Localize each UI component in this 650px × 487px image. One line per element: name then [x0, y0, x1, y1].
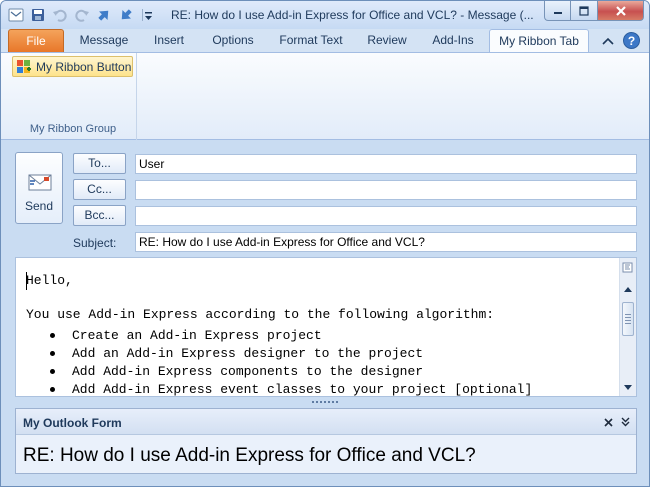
undo-icon[interactable] [51, 6, 69, 24]
help-button[interactable]: ? [622, 32, 640, 49]
bullet-icon [50, 350, 55, 356]
send-button[interactable]: Send [15, 152, 63, 224]
collapse-ribbon-button[interactable] [599, 32, 617, 49]
redo-icon[interactable] [73, 6, 91, 24]
message-body[interactable]: Hello, You use Add-in Express according … [15, 257, 637, 397]
bullet-icon [50, 332, 55, 338]
close-icon [603, 417, 613, 427]
ruler-toggle-button[interactable] [620, 260, 636, 276]
to-button[interactable]: To... [73, 153, 126, 174]
outlook-form-region: My Outlook Form RE: How do I use Add-in … [15, 408, 637, 474]
send-envelope-icon [28, 174, 52, 191]
ribbon-tabs: File Message Insert Options Format Text … [1, 29, 649, 53]
close-icon [615, 5, 626, 16]
text-caret [26, 272, 27, 290]
tab-message[interactable]: Message [71, 29, 137, 52]
up-arrow-icon[interactable] [95, 6, 113, 24]
help-icon: ? [622, 32, 640, 49]
step-text: Add Add-in Express components to the des… [72, 363, 424, 379]
tab-insert[interactable]: Insert [141, 29, 197, 52]
body-scrollbar[interactable] [619, 258, 636, 396]
list-item: Create an Add-in Express project [50, 326, 532, 344]
svg-text:?: ? [627, 34, 634, 48]
maximize-button[interactable] [571, 1, 598, 21]
scroll-up-icon [624, 286, 632, 292]
outlook-message-window: RE: How do I use Add-in Express for Offi… [0, 0, 650, 487]
list-item: Add Add-in Express components to the des… [50, 362, 532, 380]
cc-button[interactable]: Cc... [73, 179, 126, 200]
pane-splitter-grip[interactable] [1, 398, 649, 406]
bullet-icon [50, 368, 55, 374]
form-region-header: My Outlook Form [16, 409, 636, 435]
bcc-button[interactable]: Bcc... [73, 205, 126, 226]
my-ribbon-button[interactable]: My Ribbon Button [12, 56, 133, 77]
ribbon-button-label: My Ribbon Button [36, 59, 132, 74]
customize-qat-icon[interactable] [139, 6, 157, 24]
step-text: Create an Add-in Express project [72, 327, 322, 343]
ribbon-panel: My Ribbon Button My Ribbon Group [1, 52, 649, 140]
scroll-thumb[interactable] [622, 302, 634, 336]
maximize-icon [579, 5, 589, 16]
scroll-down-button[interactable] [620, 379, 636, 395]
form-close-button[interactable] [601, 414, 615, 430]
body-step-list: Create an Add-in Express project Add an … [50, 326, 532, 398]
ribbon-group-my-ribbon-group: My Ribbon Button My Ribbon Group [9, 53, 137, 140]
form-collapse-button[interactable] [618, 414, 632, 430]
bcc-field[interactable] [135, 206, 637, 226]
tab-file[interactable]: File [8, 29, 64, 52]
cc-field[interactable] [135, 180, 637, 200]
scroll-up-button[interactable] [620, 281, 636, 297]
step-text: Add Add-in Express event classes to your… [72, 381, 533, 397]
collapse-ribbon-icon [602, 37, 614, 45]
form-subject-text: RE: How do I use Add-in Express for Offi… [23, 445, 476, 466]
minimize-button[interactable] [544, 1, 571, 21]
save-icon[interactable] [29, 6, 47, 24]
ruler-icon [622, 262, 633, 273]
outlook-logo-icon[interactable] [7, 6, 25, 24]
title-bar: RE: How do I use Add-in Express for Offi… [1, 1, 649, 29]
ribbon-button-icon [17, 59, 31, 73]
window-title: RE: How do I use Add-in Express for Offi… [171, 8, 534, 22]
body-greeting: Hello, [26, 273, 73, 288]
list-item: Add an Add-in Express designer to the pr… [50, 344, 532, 362]
bullet-icon [50, 386, 55, 392]
list-item: Add Add-in Express event classes to your… [50, 380, 532, 398]
down-arrow-icon[interactable] [117, 6, 135, 24]
tab-format-text[interactable]: Format Text [271, 29, 351, 52]
subject-label: Subject: [73, 236, 117, 250]
tab-my-ribbon-tab[interactable]: My Ribbon Tab [489, 29, 589, 53]
quick-access-toolbar [7, 6, 161, 24]
close-button[interactable] [598, 1, 644, 21]
tab-add-ins[interactable]: Add-Ins [423, 29, 483, 52]
message-header: Send To... Cc... Bcc... User Subject: RE… [6, 146, 643, 256]
window-controls [544, 1, 644, 21]
chevron-down-icon [621, 417, 629, 427]
ribbon-group-label: My Ribbon Group [29, 123, 117, 135]
tab-options[interactable]: Options [202, 29, 264, 52]
tab-review[interactable]: Review [356, 29, 418, 52]
subject-field[interactable]: RE: How do I use Add-in Express for Offi… [135, 232, 637, 252]
body-intro: You use Add-in Express according to the … [26, 307, 495, 322]
send-button-label: Send [24, 199, 54, 213]
scroll-down-icon [624, 384, 632, 390]
to-field[interactable]: User [135, 154, 637, 174]
step-text: Add an Add-in Express designer to the pr… [72, 345, 424, 361]
minimize-icon [553, 11, 562, 14]
form-region-title: My Outlook Form [23, 416, 122, 430]
